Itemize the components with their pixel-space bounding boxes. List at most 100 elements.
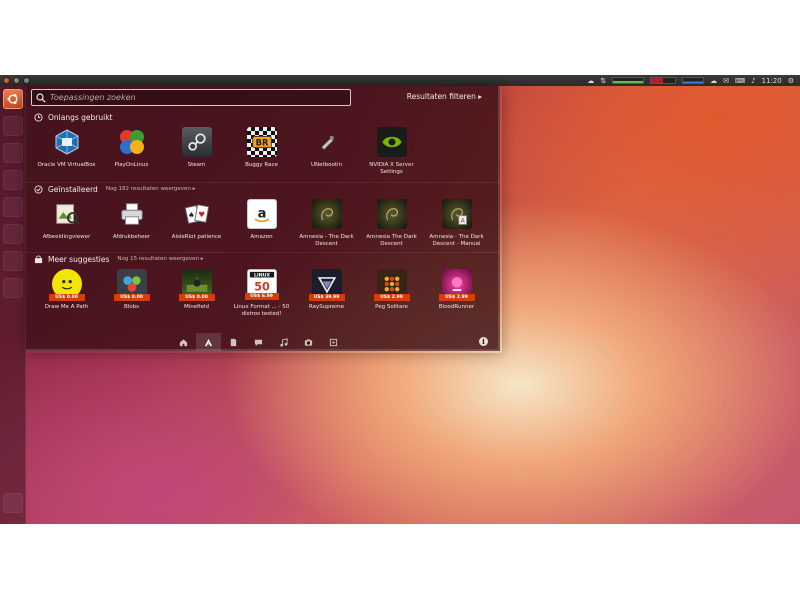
close-window-button[interactable] [3,77,10,84]
app-tile-playonlinux[interactable]: PlayOnLinux [99,127,164,176]
shopping-bag-icon [34,254,43,263]
launcher-item-1[interactable] [3,116,23,136]
cloud-icon[interactable]: ☁ [587,77,594,85]
app-label: Draw Me A Path [44,304,89,310]
applications-icon [204,338,213,346]
lens-list [171,333,346,351]
photos-icon [304,338,313,346]
price-badge: US$ 39.99 [308,294,345,301]
video-icon [329,338,338,346]
app-label: RaySupreme [308,304,345,310]
cpu-graph-icon[interactable] [612,77,645,84]
app-tile-draw-me-a-path[interactable]: US$ 0.00 Draw Me A Path [34,269,99,318]
network-graph-icon[interactable] [682,77,705,84]
launcher-item-3[interactable] [3,170,23,190]
memory-graph-icon[interactable] [650,77,677,84]
playonlinux-icon [117,127,147,157]
section-header-suggestions[interactable]: Meer suggesties Nog 15 resultaten weerge… [34,253,494,265]
section-header-installed[interactable]: Geïnstalleerd Nog 182 resultaten weergev… [34,183,494,195]
cards-icon: ♥ ♠ [182,199,212,229]
app-tile-minefield[interactable]: US$ 0.00 Minefield [164,269,229,318]
draw-me-a-path-icon: US$ 0.00 [48,269,85,301]
app-tile-buggy-race[interactable]: BR Buggy Race [229,127,294,176]
volume-icon[interactable]: ♪ [751,77,755,85]
svg-text:LINUX: LINUX [254,273,270,279]
show-more-link[interactable]: Nog 182 resultaten weergeven ▸ [106,186,196,192]
app-tile-amazon[interactable]: a Amazon [229,199,294,248]
search-input[interactable] [50,93,340,102]
lens-music[interactable] [271,333,296,351]
files-icon [230,338,237,346]
check-icon [34,184,43,194]
app-label: BloodRunner [438,304,475,310]
nvidia-icon [376,127,407,157]
app-label: Oracle VM VirtualBox [37,162,96,168]
show-more-link[interactable]: Nog 15 resultaten weergeven ▸ [117,256,203,262]
search-box[interactable] [31,89,351,106]
app-tile-bloodrunner[interactable]: US$ 2.99 BloodRunner [424,269,489,318]
app-tile-raysupreme[interactable]: US$ 39.99 RaySupreme [294,269,359,318]
music-icon [280,337,288,347]
app-tile-peg-solitare[interactable]: US$ 2.99 Peg Solitare [359,269,424,318]
app-tile-amnesia-1[interactable]: Amnesia - The Dark Descent [294,199,359,248]
launcher-item-5[interactable] [3,224,23,244]
search-icon [36,92,46,103]
peg-solitare-icon: US$ 2.99 [373,269,410,301]
launcher-item-4[interactable] [3,197,23,217]
gear-icon[interactable]: ⚙ [788,77,794,85]
app-label: Afdrukbeheer [112,234,151,240]
app-label: Amnesia - The Dark Descent - Manual [429,234,484,247]
unetbootin-icon [312,127,342,157]
app-tile-aisleriot[interactable]: ♥ ♠ AisleRiot patience [164,199,229,248]
app-tile-nvidia[interactable]: NVIDIA X Server Settings [359,127,424,176]
lens-social[interactable] [246,333,271,351]
price-badge: US$ 0.00 [113,294,150,301]
app-tile-unetbootin[interactable]: UNetbootin [294,127,359,176]
cloud-sync-icon[interactable]: ☁ [710,77,717,85]
app-tile-virtualbox[interactable]: Oracle VM VirtualBox [34,127,99,176]
app-label: Minefield [183,304,209,310]
app-tile-image-viewer[interactable]: Afbeeldingviewer [34,199,99,248]
launcher-item-6[interactable] [3,251,23,271]
app-label: Blobs [123,304,140,310]
app-label: NVIDIA X Server Settings [369,162,414,175]
clock[interactable]: 11:20 [762,77,782,85]
app-label: PlayOnLinux [114,162,149,168]
launcher [0,86,26,524]
amnesia-icon [311,199,342,229]
blobs-icon: US$ 0.00 [113,269,150,301]
app-label: UNetbootin [310,162,343,168]
section-header-recent[interactable]: Onlangs gebruikt [34,111,494,123]
app-tile-linux-format[interactable]: LINUX 50 US$ 6.99 Linux Format ... - 50 d… [229,269,294,318]
amnesia-manual-icon: A [441,199,472,229]
keyboard-icon[interactable]: ⌨ [735,77,745,85]
app-tile-steam[interactable]: Steam [164,127,229,176]
app-tile-blobs[interactable]: US$ 0.00 Blobs [99,269,164,318]
indicator-area: ☁ ⇅ ☁ ✉ ⌨ ♪ 11:20 ⚙ [587,75,794,86]
dash-home-button[interactable] [3,89,23,109]
top-panel: ☁ ⇅ ☁ ✉ ⌨ ♪ 11:20 ⚙ [0,75,800,86]
app-tile-amnesia-manual[interactable]: A Amnesia - The Dark Descent - Manual [424,199,489,248]
launcher-item-7[interactable] [3,278,23,298]
buggy-race-icon: BR [246,127,277,157]
minimize-window-button[interactable] [13,77,20,84]
lens-home[interactable] [171,333,196,351]
network-icon[interactable]: ⇅ [600,77,606,85]
lens-photos[interactable] [296,333,321,351]
mail-icon[interactable]: ✉ [723,77,729,85]
info-icon[interactable]: i [479,337,488,346]
steam-icon [181,127,212,157]
trash-icon[interactable] [3,493,23,513]
lens-video[interactable] [321,333,346,351]
amnesia-icon [376,199,407,229]
maximize-window-button[interactable] [23,77,30,84]
lens-applications[interactable] [196,333,221,351]
lens-files[interactable] [221,333,246,351]
social-icon [254,339,263,346]
launcher-item-2[interactable] [3,143,23,163]
image-viewer-icon [52,199,82,229]
app-tile-amnesia-2[interactable]: Amnesia The Dark Descent [359,199,424,248]
printer-icon [117,199,147,229]
filter-results-button[interactable]: Resultaten filteren ▸ [407,92,482,101]
app-tile-printer[interactable]: Afdrukbeheer [99,199,164,248]
